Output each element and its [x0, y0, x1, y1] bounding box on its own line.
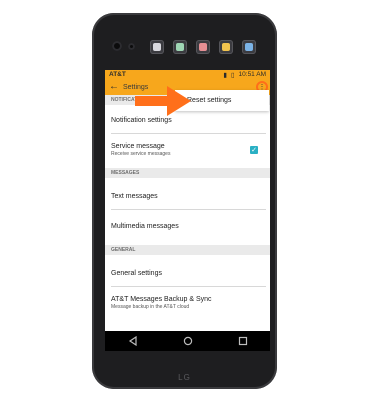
section-header-messages: MESSAGES: [105, 168, 270, 178]
navigation-bar: [105, 331, 270, 351]
divider: [111, 286, 266, 287]
backup-sync-item[interactable]: AT&T Messages Backup & Sync Message back…: [111, 296, 266, 310]
recents-nav-icon[interactable]: [236, 334, 250, 348]
arrow-pointer-icon: [135, 86, 191, 116]
app-shortcut-icon[interactable]: [196, 40, 210, 54]
sensor-icon: [128, 43, 135, 50]
service-message-checkbox[interactable]: ✓: [250, 146, 258, 154]
multimedia-messages-item[interactable]: Multimedia messages: [111, 223, 266, 230]
back-nav-icon[interactable]: [126, 334, 140, 348]
section-header-general: GENERAL: [105, 245, 270, 255]
app-shortcut-icon[interactable]: [242, 40, 256, 54]
app-shortcut-icon[interactable]: [219, 40, 233, 54]
app-shortcut-icon[interactable]: [173, 40, 187, 54]
status-icons: ▮ ▯ 10:51 AM: [223, 71, 266, 79]
general-settings-item[interactable]: General settings: [111, 270, 266, 277]
divider: [111, 133, 266, 134]
carrier-label: AT&T: [109, 71, 126, 78]
app-shortcut-icon[interactable]: [150, 40, 164, 54]
battery-icon: ▯: [230, 71, 235, 79]
signal-icon: ▮: [223, 71, 227, 79]
screen: AT&T ▮ ▯ 10:51 AM ← Settings ⋮ NOTIFICAT…: [105, 70, 270, 351]
time-label: 10:51 AM: [238, 71, 266, 78]
status-bar: AT&T ▮ ▯ 10:51 AM: [105, 70, 270, 79]
brand-logo: LG: [178, 373, 191, 382]
divider: [111, 209, 266, 210]
service-message-item[interactable]: Service message Receive service messages: [111, 143, 266, 157]
home-nav-icon[interactable]: [181, 334, 195, 348]
reset-settings-menu-item[interactable]: Reset settings: [187, 97, 231, 104]
notification-settings-item[interactable]: Notification settings: [111, 117, 266, 124]
camera-icon: [112, 41, 122, 51]
arrow-left-icon[interactable]: ←: [109, 82, 119, 92]
text-messages-item[interactable]: Text messages: [111, 193, 266, 200]
shortcut-bar: [150, 40, 270, 56]
